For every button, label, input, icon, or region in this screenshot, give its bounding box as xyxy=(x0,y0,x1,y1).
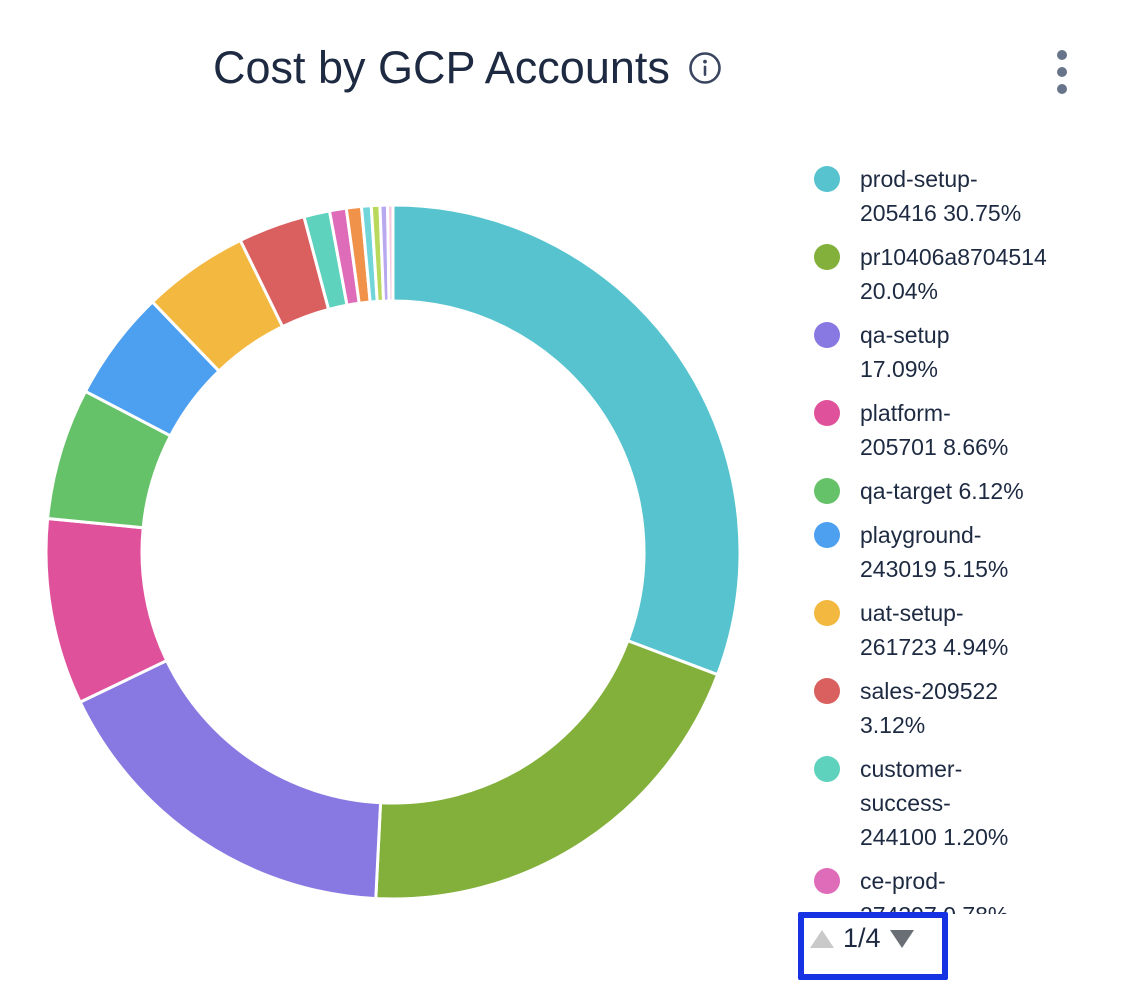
legend-item[interactable]: qa-target 6.12% xyxy=(814,474,1130,508)
legend-swatch-icon xyxy=(814,600,840,626)
legend-swatch-icon xyxy=(814,678,840,704)
legend-item[interactable]: ce-prod- 274397 0.78% xyxy=(814,864,1130,914)
legend-swatch-icon xyxy=(814,166,840,192)
legend-item-label: playground- 243019 5.15% xyxy=(860,518,1008,586)
legend-item-label: pr10406a8704514 20.04% xyxy=(860,240,1047,308)
kebab-menu-icon[interactable] xyxy=(1048,44,1076,100)
legend-item-label: uat-setup- 261723 4.94% xyxy=(860,596,1008,664)
legend-swatch-icon xyxy=(814,400,840,426)
legend-item[interactable]: sales-209522 3.12% xyxy=(814,674,1130,742)
legend-pagination: 1/4 xyxy=(804,918,942,954)
legend-swatch-icon xyxy=(814,756,840,782)
legend-page-up-icon[interactable] xyxy=(810,930,834,948)
legend-item-label: platform- 205701 8.66% xyxy=(860,396,1008,464)
legend-page-indicator: 1/4 xyxy=(843,923,881,954)
page-title: Cost by GCP Accounts xyxy=(213,42,670,94)
donut-chart xyxy=(0,159,790,949)
pie-slice[interactable] xyxy=(376,641,718,899)
pie-slice[interactable] xyxy=(393,205,740,675)
legend-item-label: ce-prod- 274397 0.78% xyxy=(860,864,1008,914)
pie-slice[interactable] xyxy=(388,205,393,301)
legend-item-label: qa-target 6.12% xyxy=(860,474,1024,508)
legend-swatch-icon xyxy=(814,244,840,270)
legend-item[interactable]: playground- 243019 5.15% xyxy=(814,518,1130,586)
legend-swatch-icon xyxy=(814,868,840,894)
legend-item[interactable]: customer- success- 244100 1.20% xyxy=(814,752,1130,854)
legend-item-label: sales-209522 3.12% xyxy=(860,674,998,742)
pie-slice[interactable] xyxy=(80,661,380,899)
legend-item[interactable]: qa-setup 17.09% xyxy=(814,318,1130,386)
legend: prod-setup- 205416 30.75% pr10406a8704514… xyxy=(814,162,1130,914)
legend-item[interactable]: prod-setup- 205416 30.75% xyxy=(814,162,1130,230)
legend-swatch-icon xyxy=(814,322,840,348)
legend-item[interactable]: platform- 205701 8.66% xyxy=(814,396,1130,464)
legend-swatch-icon xyxy=(814,478,840,504)
legend-pagination-highlight: 1/4 xyxy=(798,912,948,980)
legend-page-down-icon[interactable] xyxy=(890,930,914,948)
widget-header: Cost by GCP Accounts xyxy=(213,42,722,94)
legend-item-label: customer- success- 244100 1.20% xyxy=(860,752,1008,854)
legend-swatch-icon xyxy=(814,522,840,548)
legend-item-label: prod-setup- 205416 30.75% xyxy=(860,162,1021,230)
legend-item[interactable]: uat-setup- 261723 4.94% xyxy=(814,596,1130,664)
info-icon[interactable] xyxy=(688,51,722,85)
legend-item-label: qa-setup 17.09% xyxy=(860,318,950,386)
legend-item[interactable]: pr10406a8704514 20.04% xyxy=(814,240,1130,308)
